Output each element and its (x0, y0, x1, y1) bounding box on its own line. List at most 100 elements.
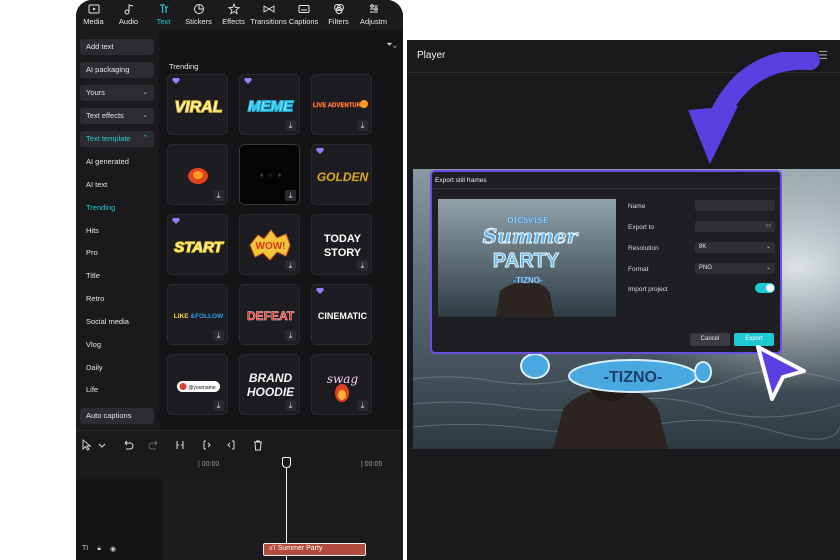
import-project-label: Import project (628, 286, 668, 293)
download-icon[interactable]: ⤓ (357, 260, 368, 271)
auto-captions-button[interactable]: Auto captions (80, 408, 154, 424)
tab-stickers[interactable]: Stickers (181, 0, 216, 30)
yours-dropdown[interactable]: Yours ⌄ (80, 85, 154, 101)
download-icon[interactable]: ⤓ (357, 120, 368, 131)
download-icon[interactable]: ⤓ (285, 330, 296, 341)
template-tile-today-story[interactable]: TODAY STORY ⤓ (311, 214, 372, 275)
format-select[interactable]: PNG ⌄ (695, 263, 775, 274)
filter-icon[interactable]: ⏷⌄ (386, 40, 397, 50)
tab-label: Stickers (185, 17, 212, 26)
download-icon[interactable]: ⤓ (357, 400, 368, 411)
timeline-panel: | 00:00 | 00:05 TI 🔒︎ ◉ ≡T Summer Party (76, 430, 403, 560)
playhead-handle[interactable] (282, 457, 291, 468)
sidebar-item-daily[interactable]: Daily (86, 363, 103, 372)
transitions-icon (263, 5, 274, 13)
app-root: Media Audio Text Stickers Effects Transi… (0, 0, 840, 560)
import-project-toggle[interactable] (755, 283, 775, 293)
summer-party-preview-art: D1C5V1SE Summer PARTY -TIZNO- (438, 199, 616, 317)
adjust-icon (369, 4, 378, 13)
template-tile-swag[interactable]: swag ⤓ (311, 354, 372, 415)
sidebar-item-ai-text[interactable]: AI text (86, 180, 107, 189)
cancel-button[interactable]: Cancel (690, 333, 730, 346)
download-icon[interactable]: ⤓ (285, 400, 296, 411)
section-title: Trending (169, 62, 199, 71)
text-template-dropdown[interactable]: Text template ⌃ (80, 131, 154, 147)
text-clip[interactable]: ≡T Summer Party (263, 543, 366, 556)
download-icon[interactable]: ⤓ (213, 400, 224, 411)
template-tile-start[interactable]: START (167, 214, 228, 275)
download-icon[interactable]: ⤓ (213, 190, 224, 201)
download-icon[interactable]: ⤓ (213, 330, 224, 341)
sidebar-item-social-media[interactable]: Social media (86, 317, 129, 326)
sidebar-item-hits[interactable]: Hits (86, 226, 99, 235)
svg-text:LIVE ADVENTURE: LIVE ADVENTURE (313, 103, 365, 109)
frame-preview-thumbnail: D1C5V1SE Summer PARTY -TIZNO- (438, 199, 616, 317)
template-tile-like-follow[interactable]: LIKE &FOLLOW ⤓ (167, 284, 228, 345)
sidebar-item-trending[interactable]: Trending (86, 203, 115, 212)
svg-text:✦ ✧ ✦: ✦ ✧ ✦ (258, 171, 283, 180)
sidebar-item-life[interactable]: Life (86, 385, 98, 394)
chevron-down-icon: ⌄ (765, 244, 771, 250)
tab-filters[interactable]: Filters (321, 0, 356, 30)
effects-icon (227, 3, 240, 15)
template-tile-meme[interactable]: MEME ⤓ (239, 74, 300, 135)
media-icon (88, 4, 99, 14)
tab-transitions[interactable]: Transitions (250, 0, 287, 30)
resolution-label: Resolution (628, 245, 659, 252)
svg-text:CINEMATIC: CINEMATIC (318, 311, 368, 321)
delete-icon[interactable] (252, 438, 264, 451)
format-value: PNG (699, 265, 713, 271)
template-tile-defeat[interactable]: DEFEAT ⤓ (239, 284, 300, 345)
tab-adjust[interactable]: Adjustm (356, 0, 391, 30)
sidebar-item-title[interactable]: Title (86, 271, 100, 280)
tab-captions[interactable]: Captions (286, 0, 321, 30)
ai-packaging-button[interactable]: AI packaging (80, 62, 154, 78)
template-tile-fire[interactable]: ⤓ (167, 144, 228, 205)
golden-text-art: GOLDEN (317, 170, 369, 185)
chevron-down-icon[interactable] (96, 438, 108, 450)
template-tile-wow[interactable]: WOW! ⤓ (239, 214, 300, 275)
eye-icon[interactable]: ◉ (110, 545, 116, 553)
undo-icon[interactable] (122, 438, 134, 450)
redo-icon[interactable] (148, 438, 160, 450)
tab-effects[interactable]: Effects (216, 0, 251, 30)
trim-left-icon[interactable] (200, 438, 212, 450)
template-tile-live-adventure[interactable]: LIVE ADVENTURE ⤓ (311, 74, 372, 135)
sidebar-item-ai-generated[interactable]: AI generated (86, 157, 129, 166)
download-icon[interactable]: ⤓ (285, 190, 296, 201)
tab-label: Audio (118, 17, 139, 26)
template-tile-golden[interactable]: GOLDEN (311, 144, 372, 205)
svg-text:STORY: STORY (324, 247, 362, 259)
svg-text:@yourname: @yourname (188, 385, 216, 391)
tab-media[interactable]: Media (76, 0, 111, 30)
name-field[interactable] (695, 200, 775, 211)
template-tile-brand-hoodie[interactable]: BRAND HOODIE ⤓ (239, 354, 300, 415)
text-effects-dropdown[interactable]: Text effects ⌄ (80, 108, 154, 124)
resolution-select[interactable]: 8K ⌄ (695, 242, 775, 253)
template-tile-cinematic[interactable]: CINEMATIC (311, 284, 372, 345)
lock-icon[interactable]: 🔒︎ (97, 545, 101, 553)
template-tile-yourname[interactable]: @yourname ⤓ (167, 354, 228, 415)
download-icon[interactable]: ⤓ (285, 260, 296, 271)
divider (432, 188, 780, 189)
add-text-button[interactable]: Add text (80, 39, 154, 55)
trim-right-icon[interactable] (226, 438, 238, 450)
svg-text:GOLDEN: GOLDEN (317, 170, 369, 184)
export-to-field[interactable]: ▭ (695, 221, 775, 232)
tab-audio[interactable]: Audio (111, 0, 146, 30)
svg-text:WOW!: WOW! (256, 241, 286, 252)
folder-icon[interactable]: ▭ (765, 221, 771, 232)
split-icon[interactable] (174, 438, 186, 450)
tab-text[interactable]: Text (146, 0, 181, 30)
captions-icon (298, 5, 309, 13)
sticker-icon (193, 4, 204, 14)
sidebar-item-vlog[interactable]: Vlog (86, 340, 101, 349)
svg-text:DEFEAT: DEFEAT (247, 309, 295, 323)
template-tile-sparkle[interactable]: ✦ ✧ ✦ ⤓ (239, 144, 300, 205)
download-icon[interactable]: ⤓ (285, 120, 296, 131)
text-effects-label: Text effects (86, 111, 124, 120)
template-tile-viral[interactable]: VIRAL (167, 74, 228, 135)
sidebar-item-retro[interactable]: Retro (86, 294, 104, 303)
sidebar-item-pro[interactable]: Pro (86, 248, 98, 257)
pointer-tool-icon[interactable] (81, 438, 93, 451)
